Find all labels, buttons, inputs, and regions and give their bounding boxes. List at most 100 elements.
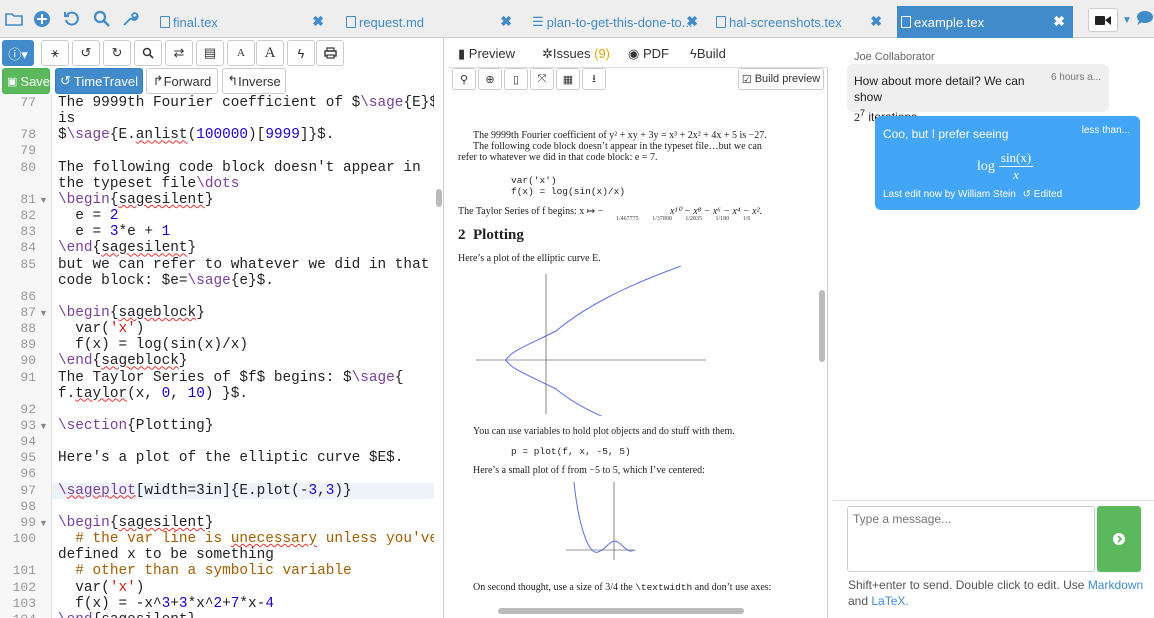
chat-message-received[interactable]: How about more detail? We can show 27 it… bbox=[847, 64, 1109, 124]
code-line[interactable]: The following code block doesn't appear … bbox=[58, 160, 421, 176]
code-line[interactable]: # the var line is unecessary unless you'… bbox=[58, 531, 434, 547]
print-button[interactable] bbox=[316, 40, 344, 66]
code-line[interactable]: \end{sagesilent} bbox=[58, 240, 196, 256]
code-line[interactable]: e = 3*e + 1 bbox=[58, 224, 170, 240]
split-view-button[interactable]: ▤ bbox=[196, 40, 224, 66]
code-line[interactable]: Here's a plot of the elliptic curve $E$. bbox=[58, 450, 403, 466]
code-line[interactable]: \end{sagesilent} bbox=[58, 612, 196, 618]
fold-arrow-icon[interactable]: ▼ bbox=[39, 195, 48, 205]
code-line[interactable]: \section{Plotting} bbox=[58, 418, 213, 434]
timetravel-button[interactable]: ↺ TimeTravel bbox=[55, 68, 143, 94]
line-number: 101 bbox=[12, 563, 36, 579]
download-button[interactable]: ⭳ bbox=[582, 68, 606, 90]
code-line[interactable]: The 9999th Fourier coefficient of $\sage… bbox=[58, 95, 434, 111]
inverse-search-button[interactable]: ↰ Inverse bbox=[222, 68, 286, 94]
run-button[interactable]: ϟ bbox=[287, 40, 315, 66]
magic-wand-button[interactable]: ⚹ bbox=[41, 40, 69, 66]
math-denominator: x bbox=[1013, 167, 1019, 182]
tab-pdf[interactable]: ◉ PDF bbox=[628, 46, 669, 62]
fold-arrow-icon[interactable]: ▼ bbox=[39, 308, 48, 318]
close-icon[interactable]: ✖ bbox=[1053, 13, 1065, 30]
checkbox-icon: ☑ bbox=[741, 73, 752, 86]
search-icon bbox=[142, 47, 154, 59]
video-chat-button[interactable] bbox=[1088, 8, 1118, 32]
fit-width-button[interactable]: ⤧ bbox=[530, 68, 554, 90]
tab-plan[interactable]: ☰ plan-to-get-this-done-to... ✖ bbox=[528, 6, 702, 38]
code-line[interactable]: f.taylor(x, 0, 10) }$. bbox=[58, 386, 248, 402]
tab-preview[interactable]: ▮ Preview bbox=[458, 46, 515, 62]
latex-link[interactable]: LaTeX. bbox=[871, 594, 908, 608]
tab-final-tex[interactable]: final.tex ✖ bbox=[156, 6, 332, 38]
preview-vertical-scrollbar[interactable] bbox=[819, 290, 825, 362]
grid-icon: ▦ bbox=[562, 73, 574, 86]
preview-horizontal-scrollbar[interactable] bbox=[498, 608, 744, 614]
grid-button[interactable]: ▦ bbox=[556, 68, 580, 90]
doc-code: var('x') bbox=[511, 175, 557, 186]
fold-arrow-icon[interactable]: ▼ bbox=[39, 421, 48, 431]
find-button[interactable] bbox=[134, 40, 162, 66]
decrease-font-button[interactable]: A bbox=[227, 40, 255, 66]
code-line[interactable]: \begin{sageblock} bbox=[58, 305, 205, 321]
code-line[interactable]: The Taylor Series of $f$ begins: $\sage{ bbox=[58, 370, 403, 386]
history-icon[interactable] bbox=[60, 7, 84, 31]
code-line[interactable]: # other than a symbolic variable bbox=[58, 563, 351, 579]
redo-button[interactable]: ↻ bbox=[103, 40, 131, 66]
increase-font-button[interactable]: A bbox=[256, 40, 284, 66]
zoom-out-button[interactable]: ⚲ bbox=[452, 68, 476, 90]
editor-scrollbar[interactable] bbox=[436, 189, 442, 207]
search-icon[interactable] bbox=[90, 7, 114, 31]
folder-icon[interactable] bbox=[2, 7, 26, 31]
code-line[interactable]: is bbox=[58, 111, 75, 127]
code-line[interactable]: \begin{sagesilent} bbox=[58, 515, 213, 531]
zoom-in-button[interactable]: ⊕ bbox=[478, 68, 502, 90]
tab-label: Build bbox=[696, 46, 726, 61]
code-line[interactable]: var('x') bbox=[58, 321, 144, 337]
fold-arrow-icon[interactable]: ▼ bbox=[39, 518, 48, 528]
tab-example-tex[interactable]: example.tex ✖ bbox=[897, 6, 1073, 38]
markdown-link[interactable]: Markdown bbox=[1088, 578, 1143, 592]
tab-label: Issues bbox=[552, 46, 591, 61]
list-icon: ☰ bbox=[532, 14, 544, 29]
close-icon[interactable]: ✖ bbox=[312, 13, 324, 30]
chat-message-sent[interactable]: Coo, but I prefer seeing less than... lo… bbox=[875, 116, 1140, 210]
pdf-preview-page[interactable]: The 9999th Fourier coefficient of y² + x… bbox=[456, 130, 816, 616]
undo-button[interactable]: ↺ bbox=[72, 40, 100, 66]
build-preview-checkbox[interactable]: ☑ Build preview bbox=[738, 68, 824, 90]
new-file-icon[interactable] bbox=[30, 7, 54, 31]
file-icon bbox=[346, 16, 356, 28]
tab-hal-screenshots[interactable]: hal-screenshots.tex ✖ bbox=[712, 6, 890, 38]
send-arrow-icon bbox=[1113, 533, 1125, 545]
code-line[interactable]: var('x') bbox=[58, 580, 144, 596]
chat-toggle-button[interactable]: ▼ bbox=[1122, 10, 1154, 26]
code-line[interactable]: code block: $e=\sage{e}$. bbox=[58, 273, 274, 289]
tab-build[interactable]: ϟBuild bbox=[690, 46, 726, 61]
code-line[interactable]: $\sage{E.anlist(100000)[9999]}$. bbox=[58, 127, 334, 143]
code-line[interactable]: defined x to be something bbox=[58, 547, 274, 563]
close-icon[interactable]: ✖ bbox=[686, 13, 698, 30]
close-icon[interactable]: ✖ bbox=[500, 13, 512, 30]
tab-issues[interactable]: ✲Issues (9) bbox=[542, 46, 610, 62]
code-line[interactable]: e = 2 bbox=[58, 208, 118, 224]
code-line[interactable]: \sageplot[width=3in]{E.plot(-3,3)} bbox=[52, 482, 434, 499]
close-icon[interactable]: ✖ bbox=[870, 13, 882, 30]
replace-button[interactable]: ⇄ bbox=[165, 40, 193, 66]
tab-request-md[interactable]: request.md ✖ bbox=[342, 6, 520, 38]
info-dropdown-button[interactable]: ⓘ▾ bbox=[2, 40, 34, 66]
save-button[interactable]: ▣ Save bbox=[2, 68, 50, 94]
video-camera-icon bbox=[1095, 15, 1111, 25]
wrench-icon[interactable] bbox=[118, 7, 142, 31]
code-line[interactable]: f(x) = log(sin(x)/x) bbox=[58, 337, 248, 353]
bolt-icon: ϟ bbox=[690, 46, 697, 61]
code-line[interactable]: the typeset file\dots bbox=[58, 176, 239, 192]
code-line[interactable]: but we can refer to whatever we did in t… bbox=[58, 257, 429, 273]
line-number-gutter: 77 78 79 80 81 ▼ 82 83 84 85 86 87 ▼ 88 89 90 91 92 93 ▼ 94 9… bbox=[0, 94, 52, 618]
send-button[interactable] bbox=[1097, 506, 1141, 572]
code-editor[interactable]: The 9999th Fourier coefficient of $\sage… bbox=[52, 94, 434, 618]
forward-search-button[interactable]: ↱ Forward bbox=[146, 68, 218, 94]
doc-paragraph: The following code block doesn’t appear … bbox=[473, 141, 762, 152]
code-line[interactable]: \begin{sagesilent} bbox=[58, 192, 213, 208]
message-input[interactable] bbox=[847, 506, 1095, 572]
code-line[interactable]: \end{sageblock} bbox=[58, 353, 188, 369]
code-line[interactable]: f(x) = -x^3+3*x^2+7*x-4 bbox=[58, 596, 274, 612]
zoom-page-button[interactable]: ▯ bbox=[504, 68, 528, 90]
